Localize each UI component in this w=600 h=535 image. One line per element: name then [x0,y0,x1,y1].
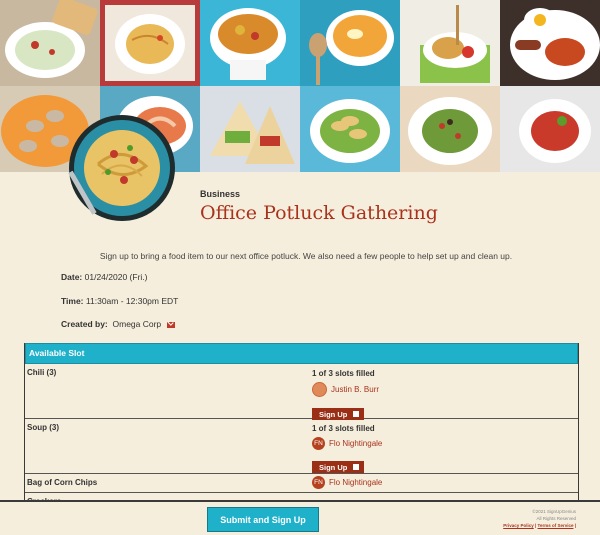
time-label: Time: [61,296,84,306]
food-photo-salad-bread [0,0,100,86]
sign-up-label: Sign Up [319,462,348,472]
event-time: Time: 11:30am - 12:30pm EDT [61,296,178,306]
food-photo-stew [200,0,300,86]
creator-value: Omega Corp [112,319,162,329]
sign-up-button-soup[interactable]: Sign Up [312,461,365,473]
checkbox-icon [353,411,360,417]
participant-avatar [312,382,327,397]
legal-links: Privacy Policy | Terms of Service | [503,522,576,529]
slot-name: Bag of Corn Chips [27,478,98,487]
email-icon[interactable] [166,321,175,328]
food-photo-skewer [400,0,500,86]
participant-name[interactable]: Flo Nightingale [329,478,382,487]
creator-label: Created by: [61,319,108,329]
slot-status: FN Flo Nightingale [312,476,382,489]
participant-avatar: FN [312,476,325,489]
legal-info: ©2021 SignUpGenius All Rights Reserved P… [503,508,576,529]
date-value: 01/24/2020 (Fri.) [84,272,148,282]
checkbox-icon [353,464,360,470]
event-creator: Created by: Omega Corp [61,319,175,329]
table-header: Available Slot [25,343,578,364]
slot-row-chili: Chili (3) 1 of 3 slots filled Justin B. … [25,364,578,422]
event-description: Sign up to bring a food item to our next… [99,251,513,261]
food-photo-wraps [200,86,300,172]
time-value: 11:30am - 12:30pm EDT [85,296,179,306]
participant: FN Flo Nightingale [312,476,382,489]
slot-name: Chili (3) [27,368,57,377]
slot-row-corn-chips: Bag of Corn Chips FN Flo Nightingale [25,474,578,493]
copyright-text: ©2021 SignUpGenius [532,509,576,514]
terms-of-service-link[interactable]: Terms of Service [538,523,574,528]
food-photo-dumplings [300,86,400,172]
event-category: Business [200,189,241,199]
food-photo-soup [300,0,400,86]
food-photo-tomato-dish [500,86,600,172]
slot-status: 1 of 3 slots filled Justin B. Burr Sign … [312,369,379,422]
participant-avatar: FN [312,437,325,450]
footer-bar: Submit and Sign Up ©2021 SignUpGenius Al… [0,500,600,535]
slots-filled-text: 1 of 3 slots filled [312,424,375,433]
submit-and-sign-up-button[interactable]: Submit and Sign Up [207,507,319,532]
slot-status: 1 of 3 slots filled FN Flo Nightingale S… [312,424,382,475]
legal-separator: | [535,523,537,528]
slots-table: Available Slot Chili (3) 1 of 3 slots fi… [24,343,579,513]
privacy-policy-link[interactable]: Privacy Policy [503,523,534,528]
rights-text: All Rights Reserved [536,516,576,521]
food-photo-pasta [100,0,200,86]
participant: Justin B. Burr [312,382,379,397]
event-title: Office Potluck Gathering [200,202,438,224]
slots-filled-text: 1 of 3 slots filled [312,369,375,378]
slot-row-soup: Soup (3) 1 of 3 slots filled FN Flo Nigh… [25,419,578,474]
food-photo-breakfast [500,0,600,86]
date-label: Date: [61,272,83,282]
event-date: Date: 01/24/2020 (Fri.) [61,272,147,282]
sign-up-label: Sign Up [319,409,348,419]
participant-name[interactable]: Flo Nightingale [329,439,382,448]
food-photo-green-salad [400,86,500,172]
participant-name[interactable]: Justin B. Burr [331,385,379,394]
participant: FN Flo Nightingale [312,437,382,450]
hero-pasta-plate-image [68,114,176,222]
slot-name: Soup (3) [27,423,59,432]
legal-trailing-separator: | [574,523,576,528]
